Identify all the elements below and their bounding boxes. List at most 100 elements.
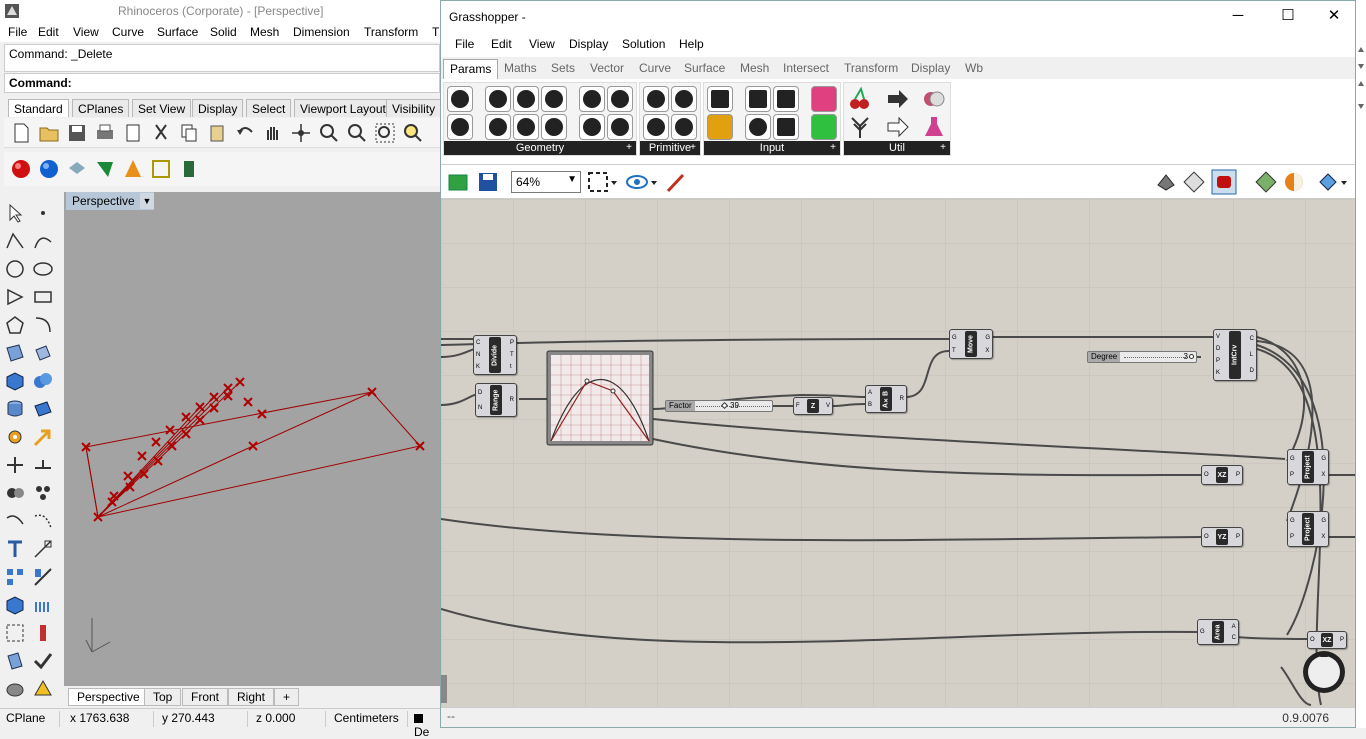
cherry-icon[interactable]	[847, 86, 873, 112]
galapagos-flask-icon[interactable]	[921, 114, 947, 140]
output-port[interactable]: T	[510, 352, 514, 358]
arc-param-icon[interactable]	[447, 114, 473, 140]
tab-surface[interactable]: Surface	[678, 59, 731, 79]
split-icon[interactable]	[32, 454, 54, 476]
open-file-icon[interactable]	[447, 171, 469, 193]
graph-mapper-icon[interactable]	[773, 86, 799, 112]
rectangle-icon[interactable]	[32, 286, 54, 308]
slider-degree[interactable]: Degree 3	[1087, 351, 1197, 363]
input-port[interactable]: P	[1290, 472, 1295, 478]
slider-degree-grip[interactable]	[1189, 354, 1194, 359]
tab-wb[interactable]: Wb	[959, 59, 989, 79]
tab-cplanes[interactable]: CPlanes	[72, 99, 130, 117]
input-port[interactable]: O	[1204, 534, 1209, 540]
zoom-selected-icon[interactable]	[402, 122, 424, 144]
zoom-icon[interactable]	[318, 122, 340, 144]
properties-icon[interactable]	[122, 122, 144, 144]
arc-icon[interactable]	[4, 286, 26, 308]
gradient-icon[interactable]	[811, 86, 837, 112]
tab-viewport-layout[interactable]: Viewport Layout	[294, 99, 392, 117]
ellipse-icon[interactable]	[32, 258, 54, 280]
output-port[interactable]: A	[1232, 624, 1236, 630]
input-port[interactable]: G	[952, 335, 957, 341]
box-icon[interactable]	[4, 370, 26, 392]
mesh-settings-icon[interactable]	[1317, 171, 1349, 193]
brep-param-icon[interactable]	[579, 86, 605, 112]
extrude-surface-icon[interactable]	[32, 342, 54, 364]
component-project-2[interactable]: G P Project G X	[1287, 511, 1329, 547]
circle-icon[interactable]	[4, 258, 26, 280]
tab-mesh[interactable]: Mesh	[734, 59, 775, 79]
tab-select[interactable]: Select	[246, 99, 292, 117]
tab-maths[interactable]: Maths	[498, 59, 543, 79]
expand-icon[interactable]: +	[830, 141, 836, 155]
point-icon[interactable]	[32, 202, 54, 224]
line-param-icon[interactable]	[485, 114, 511, 140]
component-range[interactable]: D N Range R	[475, 383, 517, 417]
input-port[interactable]: N	[478, 405, 482, 411]
close-button[interactable]: ✕	[1319, 5, 1349, 29]
data-dam-arrow-icon[interactable]	[885, 86, 911, 112]
right-scrollbar[interactable]	[1356, 0, 1366, 728]
add-viewport-tab-button[interactable]: +	[274, 688, 300, 706]
gh-menu-help[interactable]: Help	[679, 37, 704, 51]
gh-menu-view[interactable]: View	[529, 37, 555, 51]
component-intcrv[interactable]: V D P K IntCrv C L D	[1213, 329, 1257, 381]
slider-factor[interactable]: Factor 39	[665, 400, 773, 412]
rhino-menu-transform[interactable]: Transform	[364, 25, 418, 39]
ribbon-label-geometry[interactable]: Geometry +	[444, 141, 636, 155]
light-bulb-icon[interactable]	[32, 678, 54, 700]
cut-icon[interactable]	[150, 122, 172, 144]
expand-icon[interactable]: +	[626, 141, 632, 155]
gh-menu-solution[interactable]: Solution	[622, 37, 665, 51]
cage-icon[interactable]	[4, 650, 26, 672]
ribbon-label-input[interactable]: Input +	[704, 141, 840, 155]
output-port[interactable]: R	[510, 397, 514, 403]
polygon-icon[interactable]	[4, 314, 26, 336]
red-sphere-icon[interactable]	[10, 158, 32, 180]
input-port[interactable]: D	[478, 390, 482, 396]
tab-sets[interactable]: Sets	[545, 59, 581, 79]
component-axb[interactable]: A B A×B R	[865, 385, 907, 413]
check-icon[interactable]	[32, 650, 54, 672]
output-port[interactable]: C	[1250, 336, 1254, 342]
ribbon-label-primitive[interactable]: Primitive +	[640, 141, 700, 155]
tree-icon[interactable]	[847, 114, 873, 140]
expand-icon[interactable]: +	[940, 141, 946, 155]
gh-canvas[interactable]: C N K Divide P Tt D N Range R G T Move G X V D P K IntCr…	[441, 199, 1355, 707]
sketch-pen-icon[interactable]	[665, 171, 689, 193]
component-move[interactable]: G T Move G X	[949, 329, 993, 359]
field-param-icon[interactable]	[607, 86, 633, 112]
light-icon[interactable]	[122, 158, 144, 180]
output-port[interactable]: X	[1321, 472, 1326, 478]
input-port[interactable]: A	[868, 390, 872, 396]
trim-icon[interactable]	[4, 454, 26, 476]
output-port[interactable]: P	[1236, 472, 1240, 478]
component-area[interactable]: G Area A C	[1197, 619, 1239, 645]
wireframe-preview-icon[interactable]	[1155, 171, 1177, 193]
analyze-icon[interactable]	[32, 566, 54, 588]
undo-icon[interactable]	[234, 122, 256, 144]
gh-menu-display[interactable]: Display	[569, 37, 608, 51]
pan-hand-icon[interactable]	[262, 122, 284, 144]
ground-plane-icon[interactable]	[150, 158, 172, 180]
tab-standard[interactable]: Standard	[8, 99, 69, 117]
number-param-icon[interactable]	[643, 114, 669, 140]
input-port[interactable]: K	[1216, 370, 1220, 376]
explode-icon[interactable]	[32, 482, 54, 504]
input-port[interactable]: V	[1216, 334, 1220, 340]
copy-icon[interactable]	[178, 122, 200, 144]
fillet-icon[interactable]	[32, 314, 54, 336]
component-xz[interactable]: O XZ P	[1201, 465, 1243, 485]
status-cplane[interactable]: CPlane	[2, 711, 60, 727]
tab-params[interactable]: Params	[443, 59, 499, 79]
input-port[interactable]: G	[1200, 629, 1205, 635]
image-sampler-icon[interactable]	[707, 114, 733, 140]
environment-icon[interactable]	[66, 158, 88, 180]
offset-icon[interactable]	[4, 510, 26, 532]
command-prompt[interactable]: Command:	[4, 73, 440, 93]
document-preview-icon[interactable]	[1255, 171, 1277, 193]
new-file-icon[interactable]	[10, 122, 32, 144]
viewport-menu-chevron-icon[interactable]: ▼	[140, 193, 154, 209]
box-param-icon[interactable]	[579, 114, 605, 140]
